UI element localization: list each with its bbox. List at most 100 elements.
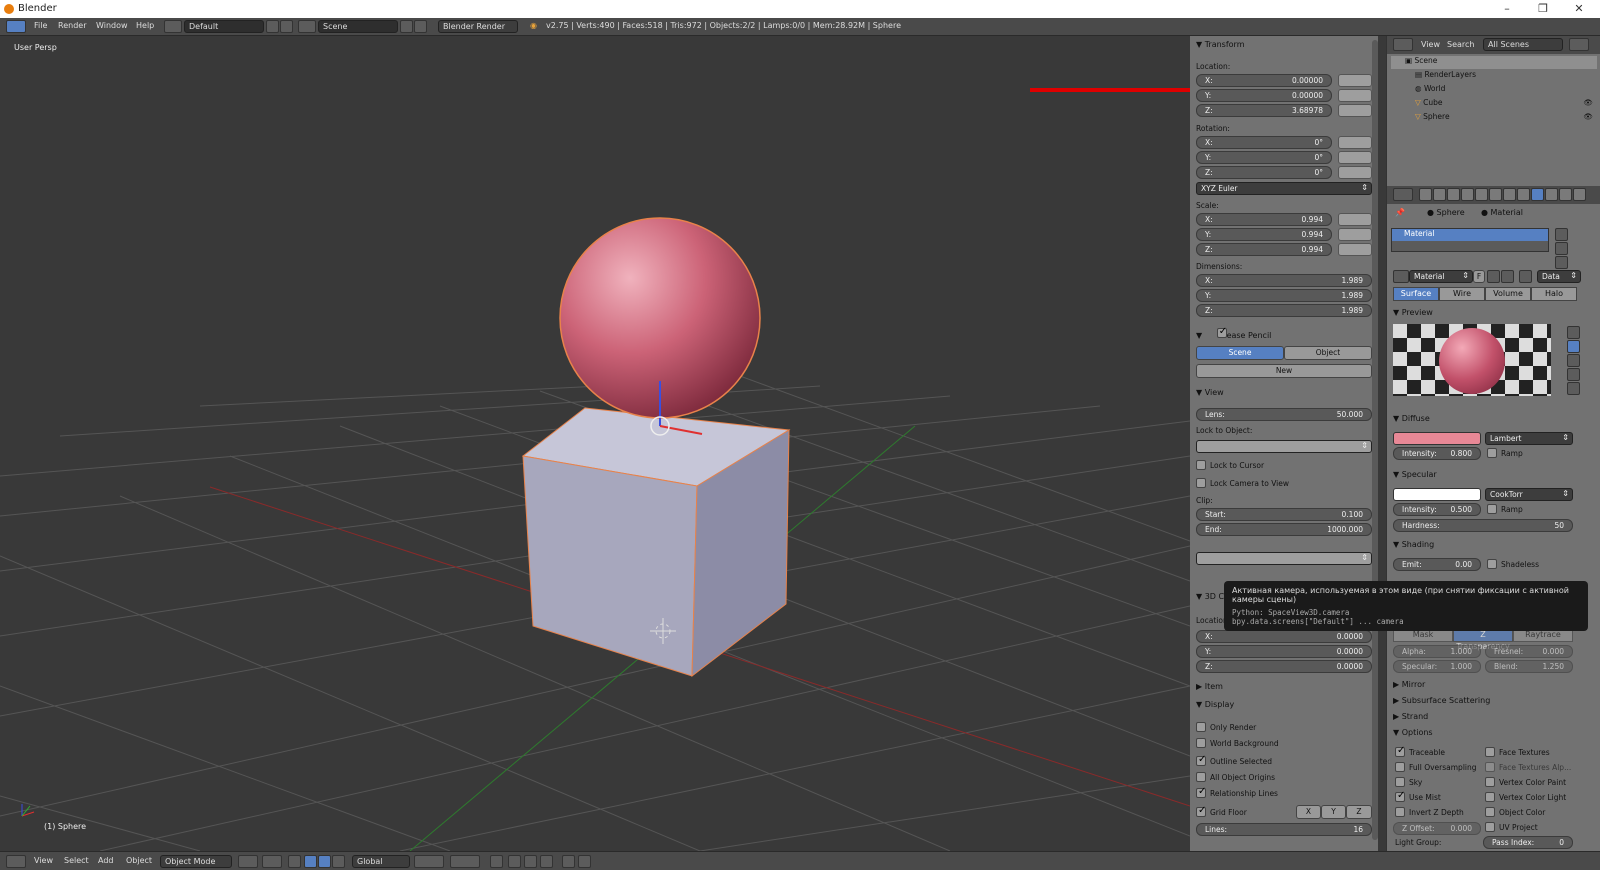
cursor-x-field[interactable]: X: 0.0000: [1196, 630, 1372, 643]
scene-icon[interactable]: [298, 20, 316, 33]
layout-icon[interactable]: [164, 20, 182, 33]
outliner-search-menu[interactable]: Search: [1447, 40, 1474, 49]
material-unlink-icon[interactable]: [1501, 270, 1514, 283]
tab-surface[interactable]: Surface: [1393, 287, 1439, 301]
only-render-checkbox[interactable]: [1196, 722, 1206, 732]
scene-remove-icon[interactable]: [414, 20, 427, 33]
world-tab-icon[interactable]: [1461, 188, 1474, 201]
particles-tab-icon[interactable]: [1559, 188, 1572, 201]
minimize-button[interactable]: –: [1490, 1, 1524, 17]
crumb-material[interactable]: ● Material: [1481, 208, 1523, 217]
rotation-y-field[interactable]: Y: 0°: [1196, 151, 1332, 164]
add-menu[interactable]: Add: [98, 856, 114, 865]
lock-scale-x-icon[interactable]: [1338, 213, 1372, 226]
grease-scene-tab[interactable]: Scene: [1196, 346, 1284, 360]
diffuse-panel-header[interactable]: Diffuse: [1393, 414, 1583, 428]
traceable-checkbox[interactable]: [1395, 745, 1405, 757]
lock-location-y-icon[interactable]: [1338, 89, 1372, 102]
vertex-color-light-checkbox[interactable]: [1485, 792, 1495, 802]
outliner-row-world[interactable]: ◍ World: [1391, 84, 1597, 97]
tab-halo[interactable]: Halo: [1531, 287, 1577, 301]
restore-button[interactable]: ❐: [1526, 1, 1560, 17]
layers-block-2[interactable]: [450, 855, 480, 868]
cursor-y-field[interactable]: Y: 0.0000: [1196, 645, 1372, 658]
preview-cube-icon[interactable]: [1567, 354, 1580, 367]
lock-location-z-icon[interactable]: [1338, 104, 1372, 117]
slot-remove-icon[interactable]: [1555, 242, 1568, 255]
lock-rotation-x-icon[interactable]: [1338, 136, 1372, 149]
options-panel-header[interactable]: Options: [1393, 728, 1583, 742]
location-z-field[interactable]: Z: 3.68978: [1196, 104, 1332, 117]
blend-field[interactable]: Blend: 1.250: [1485, 660, 1573, 673]
scale-x-field[interactable]: X: 0.994: [1196, 213, 1332, 226]
object-menu[interactable]: Object: [126, 856, 152, 865]
mode-select[interactable]: Object Mode: [160, 855, 232, 868]
opengl-anim-icon[interactable]: [578, 855, 591, 868]
dimensions-x-field[interactable]: X: 1.989: [1196, 274, 1372, 287]
snap-element-icon[interactable]: [540, 855, 553, 868]
outliner-filter-select[interactable]: All Scenes: [1483, 38, 1563, 51]
pass-index-field[interactable]: Pass Index: 0: [1483, 836, 1573, 849]
lens-field[interactable]: Lens: 50.000: [1196, 408, 1372, 421]
axis-x-toggle[interactable]: X: [1296, 805, 1321, 819]
physics-tab-icon[interactable]: [1573, 188, 1586, 201]
translate-manipulator-icon[interactable]: [304, 855, 317, 868]
fresnel-field[interactable]: Fresnel: 0.000: [1485, 645, 1573, 658]
material-slot-item[interactable]: Material: [1392, 229, 1548, 241]
outliner-search-icon[interactable]: [1569, 38, 1589, 51]
all-object-origins-checkbox[interactable]: [1196, 772, 1206, 782]
sss-panel-header[interactable]: Subsurface Scattering: [1393, 696, 1583, 710]
layout-field[interactable]: Default: [184, 20, 264, 33]
clip-start-field[interactable]: Start: 0.100: [1196, 508, 1372, 521]
transform-panel-header[interactable]: Transform: [1196, 40, 1368, 54]
diffuse-intensity-field[interactable]: Intensity: 0.800: [1393, 447, 1481, 460]
world-background-checkbox[interactable]: [1196, 738, 1206, 748]
location-x-field[interactable]: X: 0.00000: [1196, 74, 1332, 87]
specular-ramp-checkbox[interactable]: [1487, 504, 1497, 514]
scale-manipulator-icon[interactable]: [332, 855, 345, 868]
close-button[interactable]: ✕: [1562, 1, 1596, 17]
preview-monkey-icon[interactable]: [1567, 368, 1580, 381]
pivot-point-icon[interactable]: [262, 855, 282, 868]
outliner-row-sphere[interactable]: ▽ Sphere 👁: [1391, 112, 1597, 125]
slot-menu-icon[interactable]: [1555, 256, 1568, 269]
fake-user-button[interactable]: F: [1473, 270, 1485, 283]
strand-panel-header[interactable]: Strand: [1393, 712, 1583, 726]
menu-render[interactable]: Render: [58, 21, 86, 30]
rotation-mode-select[interactable]: XYZ Euler: [1196, 182, 1372, 195]
outliner-view-menu[interactable]: View: [1421, 40, 1440, 49]
object-tab-icon[interactable]: [1475, 188, 1488, 201]
view-panel-header[interactable]: View: [1196, 388, 1368, 402]
shelf-scrollbar[interactable]: [1372, 40, 1378, 840]
relationship-lines-checkbox[interactable]: [1196, 786, 1206, 798]
object-color-checkbox[interactable]: [1485, 807, 1495, 817]
material-name-field[interactable]: Material: [1409, 270, 1473, 283]
data-tab-icon[interactable]: [1517, 188, 1530, 201]
slot-add-icon[interactable]: [1555, 228, 1568, 241]
mirror-panel-header[interactable]: Mirror: [1393, 680, 1583, 694]
diffuse-shader-select[interactable]: Lambert: [1485, 432, 1573, 445]
lock-scale-y-icon[interactable]: [1338, 228, 1372, 241]
opengl-render-icon[interactable]: [562, 855, 575, 868]
face-textures-checkbox[interactable]: [1485, 747, 1495, 757]
lock-rotation-y-icon[interactable]: [1338, 151, 1372, 164]
material-link-select[interactable]: Data: [1537, 270, 1581, 283]
material-browse-icon[interactable]: [1393, 270, 1409, 283]
tab-wire[interactable]: Wire: [1439, 287, 1485, 301]
grease-pencil-panel-header[interactable]: Grease Pencil: [1196, 326, 1368, 342]
z-offset-field[interactable]: Z Offset: 0.000: [1393, 822, 1481, 835]
specular-color-swatch[interactable]: [1393, 488, 1481, 501]
snap-toggle-icon[interactable]: [524, 855, 537, 868]
scale-z-field[interactable]: Z: 0.994: [1196, 243, 1332, 256]
outliner-editor-icon[interactable]: [1393, 38, 1413, 51]
diffuse-color-swatch[interactable]: [1393, 432, 1481, 445]
grid-floor-checkbox[interactable]: [1196, 805, 1206, 817]
lock-camera-checkbox[interactable]: [1196, 478, 1206, 488]
specular-alpha-field[interactable]: Specular: 1.000: [1393, 660, 1481, 673]
manipulator-toggle-icon[interactable]: [288, 855, 301, 868]
preview-hair-icon[interactable]: [1567, 382, 1580, 395]
diffuse-ramp-checkbox[interactable]: [1487, 448, 1497, 458]
editor-type-icon[interactable]: [6, 20, 26, 33]
specular-intensity-field[interactable]: Intensity: 0.500: [1393, 503, 1481, 516]
layers-block-1[interactable]: [414, 855, 444, 868]
